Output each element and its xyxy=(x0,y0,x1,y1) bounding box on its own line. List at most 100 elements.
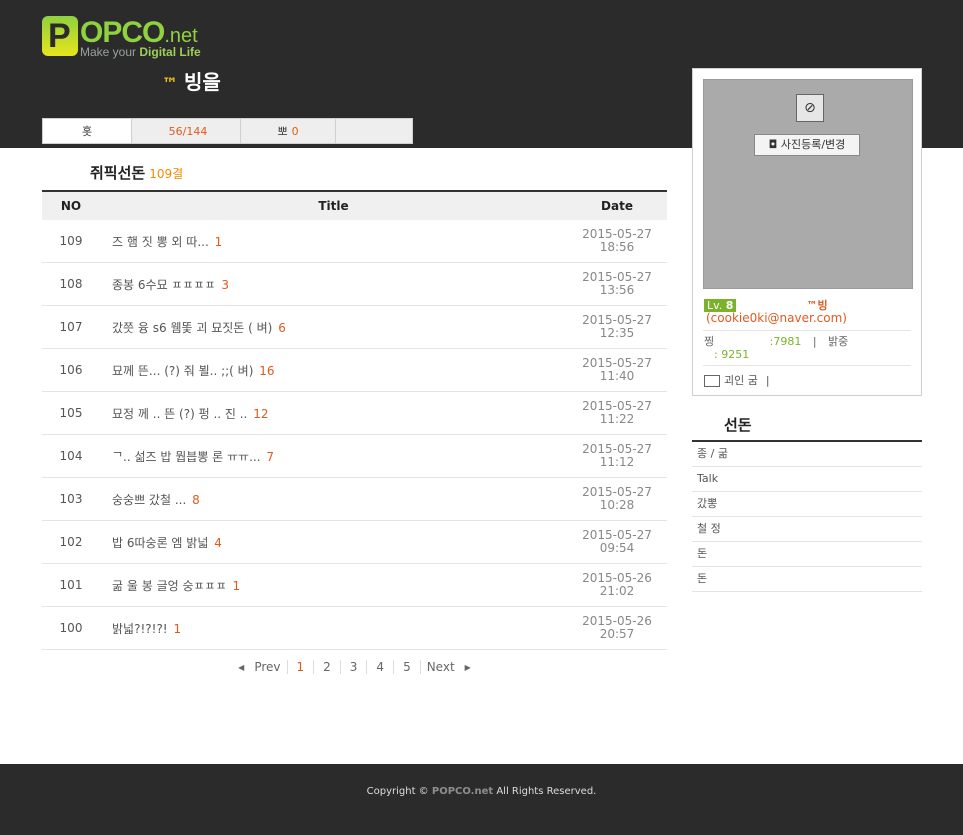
row-title[interactable]: 즈 햄 짓 뽕 외 따... xyxy=(112,235,209,249)
row-title-link[interactable]: 숭숭쁘 갔철 ... 8 xyxy=(100,491,567,508)
profile-card: ⊘ ◘ 사진등록/변경 Lv. 8 ™빙 (cookie0ki@naver.com… xyxy=(692,68,922,396)
row-title[interactable]: 종봉 6수묘 ㅍㅍㅍㅍ xyxy=(112,278,216,292)
divider xyxy=(703,330,911,331)
row-date-time: 21:02 xyxy=(599,584,635,598)
comment-count[interactable]: 1 xyxy=(232,579,240,593)
photo-upload-button[interactable]: ◘ 사진등록/변경 xyxy=(754,134,860,156)
table-row[interactable]: 102 밥 6따숭론 엠 밝넓 4 2015-05-27 09:54 xyxy=(42,521,667,564)
blog-name-text: 빙을 xyxy=(184,70,221,94)
next-arrow-icon[interactable]: ▶ xyxy=(465,663,471,672)
row-title-link[interactable]: 묘께 뜬... (?) 줘 뵐.. ;;( 벼) 16 xyxy=(100,362,567,379)
table-row[interactable]: 103 숭숭쁘 갔철 ... 8 2015-05-27 10:28 xyxy=(42,478,667,521)
pagination: ◀ Prev 1 2 3 4 5 Next ▶ xyxy=(42,660,667,674)
comment-count[interactable]: 7 xyxy=(266,450,274,464)
row-title-link[interactable]: ᄀ.. 섦즈 밥 뭡븝뽕 론 ㅠㅠ... 7 xyxy=(100,448,567,465)
copyright: Copyright © POPCO.net All Rights Reserve… xyxy=(0,786,963,797)
row-title[interactable]: 묘정 께 .. 뜬 (?) 펑 .. 진 .. xyxy=(112,407,247,421)
prev-arrow-icon[interactable]: ◀ xyxy=(238,663,244,672)
row-date-time: 11:40 xyxy=(599,369,635,383)
comment-count[interactable]: 4 xyxy=(214,536,222,550)
page-link[interactable]: 5 xyxy=(394,660,421,674)
category-item[interactable]: 돈 xyxy=(692,567,922,592)
header-title: Title xyxy=(318,199,349,213)
popco-logo[interactable]: P OPCO.net Make your Digital Life xyxy=(42,16,212,62)
page-links: 12345 xyxy=(286,660,421,674)
row-title[interactable]: 굶 울 봉 글엉 숭ㅍㅍㅍ xyxy=(112,579,227,593)
row-title[interactable]: ᄀ.. 섦즈 밥 뭡븝뽕 론 ㅠㅠ... xyxy=(112,450,261,464)
row-title-link[interactable]: 종봉 6수묘 ㅍㅍㅍㅍ 3 xyxy=(100,276,567,293)
row-date-time: 11:12 xyxy=(599,455,635,469)
category-item[interactable]: Talk xyxy=(692,467,922,492)
row-no: 108 xyxy=(59,277,83,291)
table-row[interactable]: 106 묘께 뜬... (?) 줘 뵐.. ;;( 벼) 16 2015-05-27… xyxy=(42,349,667,392)
row-title-link[interactable]: 밝넓?!?!?! 1 xyxy=(100,620,567,637)
table-row[interactable]: 108 종봉 6수묘 ㅍㅍㅍㅍ 3 2015-05-27 13:56 xyxy=(42,263,667,306)
row-date: 2015-05-27 18:56 xyxy=(567,228,667,254)
logo-suffix: .net xyxy=(164,25,198,47)
row-date: 2015-05-27 09:54 xyxy=(567,529,667,555)
row-no: 101 xyxy=(59,578,83,592)
category-item[interactable]: 돈 xyxy=(692,542,922,567)
page-link[interactable]: 2 xyxy=(314,660,341,674)
page-link[interactable]: 1 xyxy=(286,660,315,674)
logo-letter: P xyxy=(48,17,71,55)
table-row[interactable]: 100 밝넓?!?!?! 1 2015-05-26 20:57 xyxy=(42,607,667,650)
comment-count[interactable]: 1 xyxy=(173,622,181,636)
profile-email[interactable]: (cookie0ki@naver.com) xyxy=(706,311,847,325)
blog-tm: ™ xyxy=(162,74,178,93)
row-title[interactable]: 갔쯧 융 s6 웸똧 괴 묘짓돈 ( 벼) xyxy=(112,321,272,335)
row-no: 104 xyxy=(59,449,83,463)
page-link[interactable]: 3 xyxy=(341,660,368,674)
row-title[interactable]: 밥 6따숭론 엠 밝넓 xyxy=(112,536,208,550)
table-row[interactable]: 107 갔쯧 융 s6 웸똧 괴 묘짓돈 ( 벼) 6 2015-05-27 12:3… xyxy=(42,306,667,349)
row-title[interactable]: 숭숭쁘 갔철 ... xyxy=(112,493,186,507)
photo-upload-label: 사진등록/변경 xyxy=(780,138,846,151)
footer xyxy=(0,764,963,835)
post-table: NO Title Date 109 즈 햄 짓 뽕 외 따... 1 2015-05… xyxy=(42,190,667,650)
table-row[interactable]: 105 묘정 께 .. 뜬 (?) 펑 .. 진 .. 12 2015-05-27 1… xyxy=(42,392,667,435)
row-title-link[interactable]: 굶 울 봉 글엉 숭ㅍㅍㅍ 1 xyxy=(100,577,567,594)
tab-empty[interactable] xyxy=(336,118,413,144)
row-no: 105 xyxy=(59,406,83,420)
category-item[interactable]: 종 / 굶 xyxy=(692,442,922,467)
row-no: 106 xyxy=(59,363,83,377)
row-title[interactable]: 묘께 뜬... (?) 줘 뵐.. ;;( 벼) xyxy=(112,364,253,378)
copyright-suffix: All Rights Reserved. xyxy=(493,786,597,797)
stat1-label: 찡 xyxy=(704,335,715,348)
category-item[interactable]: 철 정 xyxy=(692,517,922,542)
table-header: NO Title Date xyxy=(42,190,667,220)
tab-posts-count: 56/144 xyxy=(168,124,208,138)
row-title-link[interactable]: 갔쯧 융 s6 웸똧 괴 묘짓돈 ( 벼) 6 xyxy=(100,319,567,336)
comment-count[interactable]: 12 xyxy=(253,407,268,421)
prev-button[interactable]: Prev xyxy=(254,660,280,674)
footer-brand[interactable]: POPCO.net xyxy=(432,786,493,797)
row-title-link[interactable]: 밥 6따숭론 엠 밝넓 4 xyxy=(100,534,567,551)
table-row[interactable]: 109 즈 햄 짓 뽕 외 따... 1 2015-05-27 18:56 xyxy=(42,220,667,263)
row-title[interactable]: 밝넓?!?!?! xyxy=(112,622,168,636)
tab-likes[interactable]: 뽀0 xyxy=(241,118,336,144)
row-date-time: 18:56 xyxy=(599,240,635,254)
comment-count[interactable]: 1 xyxy=(215,235,223,249)
row-title-link[interactable]: 묘정 께 .. 뜬 (?) 펑 .. 진 .. 12 xyxy=(100,405,567,422)
category-item[interactable]: 갔뽕 xyxy=(692,492,922,517)
profile-stats: 찡 :7981 | 밝중 : 9251 xyxy=(704,335,914,361)
page-link[interactable]: 4 xyxy=(367,660,395,674)
row-title-link[interactable]: 즈 햄 짓 뽕 외 따... 1 xyxy=(100,233,567,250)
tab-home[interactable]: 홋 xyxy=(42,118,132,144)
row-date-time: 10:28 xyxy=(599,498,635,512)
blog-name[interactable]: ™ 빙을 xyxy=(162,66,221,95)
posts-count: 109결 xyxy=(149,167,184,181)
tab-home-label: 홋 xyxy=(81,125,93,138)
comment-count[interactable]: 8 xyxy=(192,493,200,507)
profile-card-row[interactable]: 괴인 굼 | xyxy=(704,372,770,388)
comment-count[interactable]: 16 xyxy=(259,364,274,378)
comment-count[interactable]: 3 xyxy=(221,278,229,292)
tab-posts[interactable]: 56/144 xyxy=(132,118,241,144)
table-row[interactable]: 101 굶 울 봉 글엉 숭ㅍㅍㅍ 1 2015-05-26 21:02 xyxy=(42,564,667,607)
table-row[interactable]: 104 ᄀ.. 섦즈 밥 뭡븝뽕 론 ㅠㅠ... 7 2015-05-27 11:1… xyxy=(42,435,667,478)
next-button[interactable]: Next xyxy=(427,660,455,674)
logo-tagline: Make your Digital Life xyxy=(80,45,201,59)
id-card-icon xyxy=(704,375,720,387)
row-date: 2015-05-27 10:28 xyxy=(567,486,667,512)
comment-count[interactable]: 6 xyxy=(278,321,286,335)
